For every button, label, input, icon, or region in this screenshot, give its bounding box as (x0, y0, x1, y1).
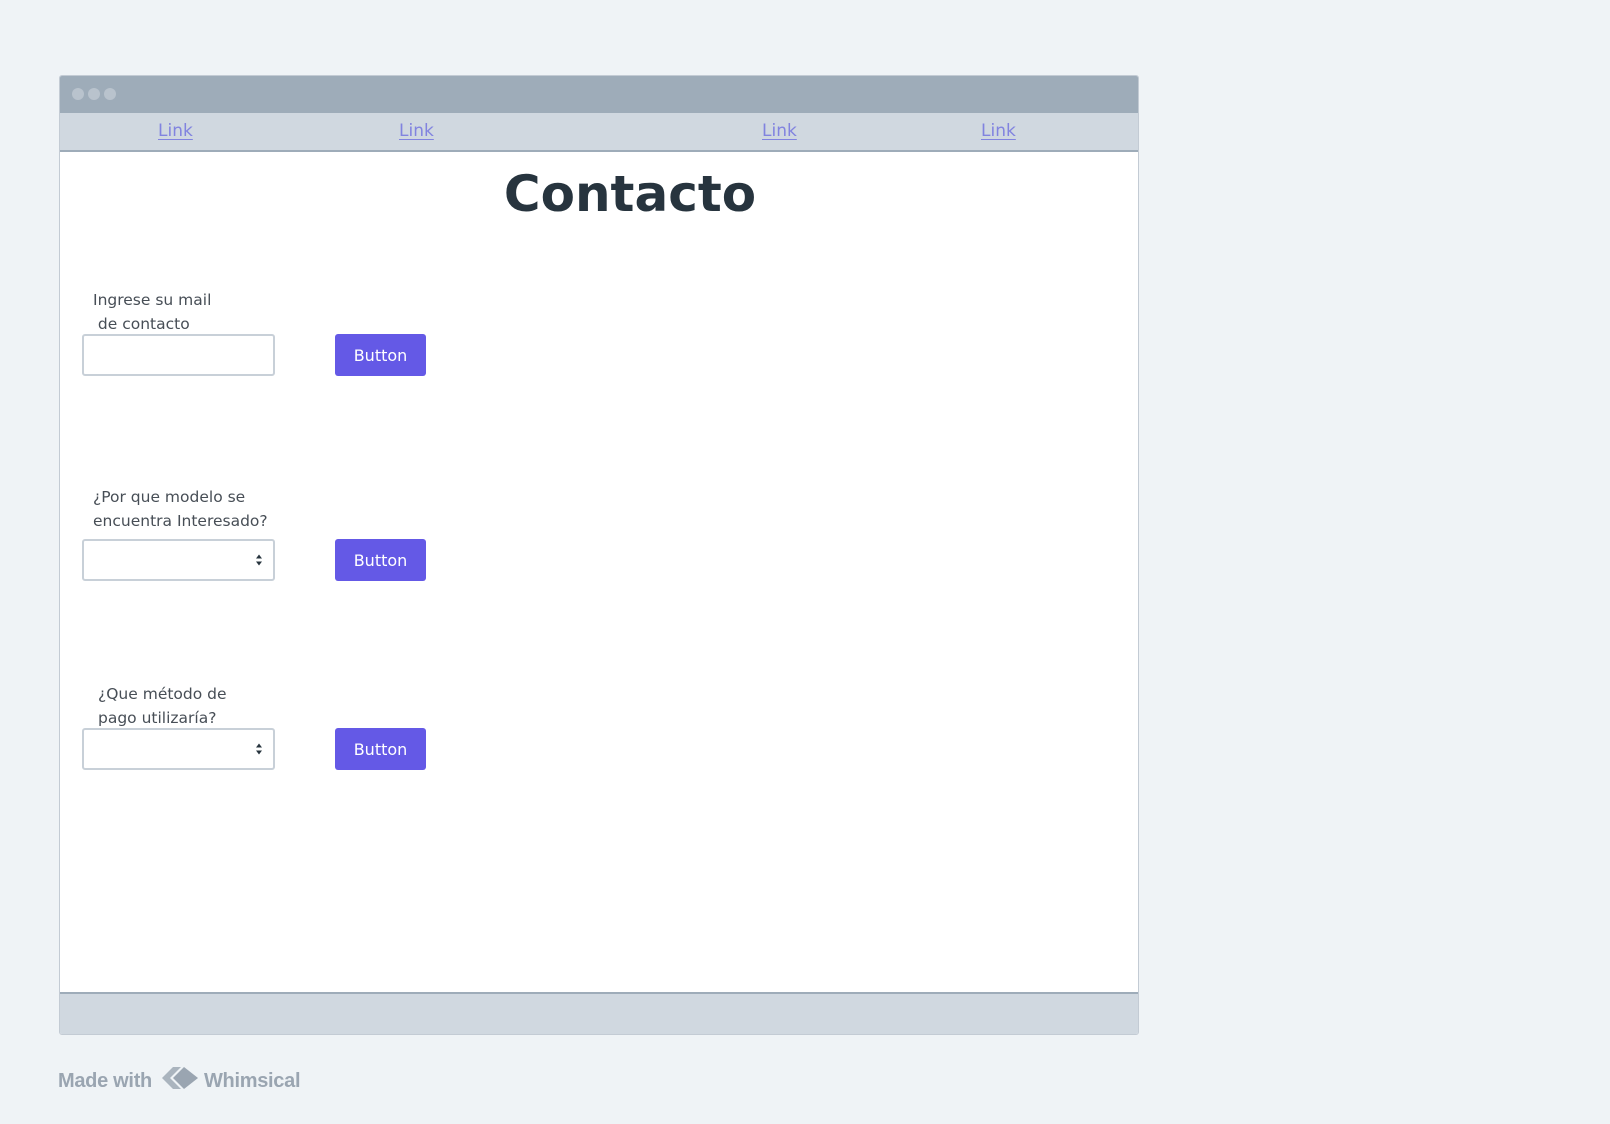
nav-link-4[interactable]: Link (981, 121, 1016, 141)
payment-submit-button[interactable]: Button (335, 728, 426, 770)
model-label: ¿Por que modelo se encuentra Interesado? (93, 488, 268, 530)
model-submit-button[interactable]: Button (335, 539, 426, 581)
page-title: Contacto (503, 165, 757, 223)
top-navbar: Link Link Link Link (60, 113, 1138, 152)
nav-link-3[interactable]: Link (762, 121, 797, 141)
window-dot-icon (88, 88, 100, 100)
whimsical-brand-text: Whimsical (203, 1069, 301, 1092)
whimsical-logo-icon (160, 1063, 200, 1099)
email-label: Ingrese su mail de contacto (93, 291, 212, 333)
nav-link-2[interactable]: Link (399, 121, 434, 141)
email-submit-button[interactable]: Button (335, 334, 426, 376)
select-arrows-icon (256, 554, 263, 566)
made-with-whimsical-badge[interactable]: Made with Whimsical (58, 1063, 301, 1099)
window-dot-icon (72, 88, 84, 100)
made-with-text: Made with (58, 1069, 152, 1092)
nav-link-1[interactable]: Link (158, 121, 193, 141)
payment-label: ¿Que método de pago utilizaría? (98, 685, 227, 727)
window-titlebar (60, 76, 1138, 113)
window-dot-icon (104, 88, 116, 100)
model-select[interactable] (82, 539, 275, 581)
email-input[interactable] (82, 334, 275, 376)
payment-select[interactable] (82, 728, 275, 770)
footer-bar (60, 992, 1138, 1034)
select-arrows-icon (256, 743, 263, 755)
browser-window: Link Link Link Link Contacto Ingrese su … (59, 75, 1139, 1035)
